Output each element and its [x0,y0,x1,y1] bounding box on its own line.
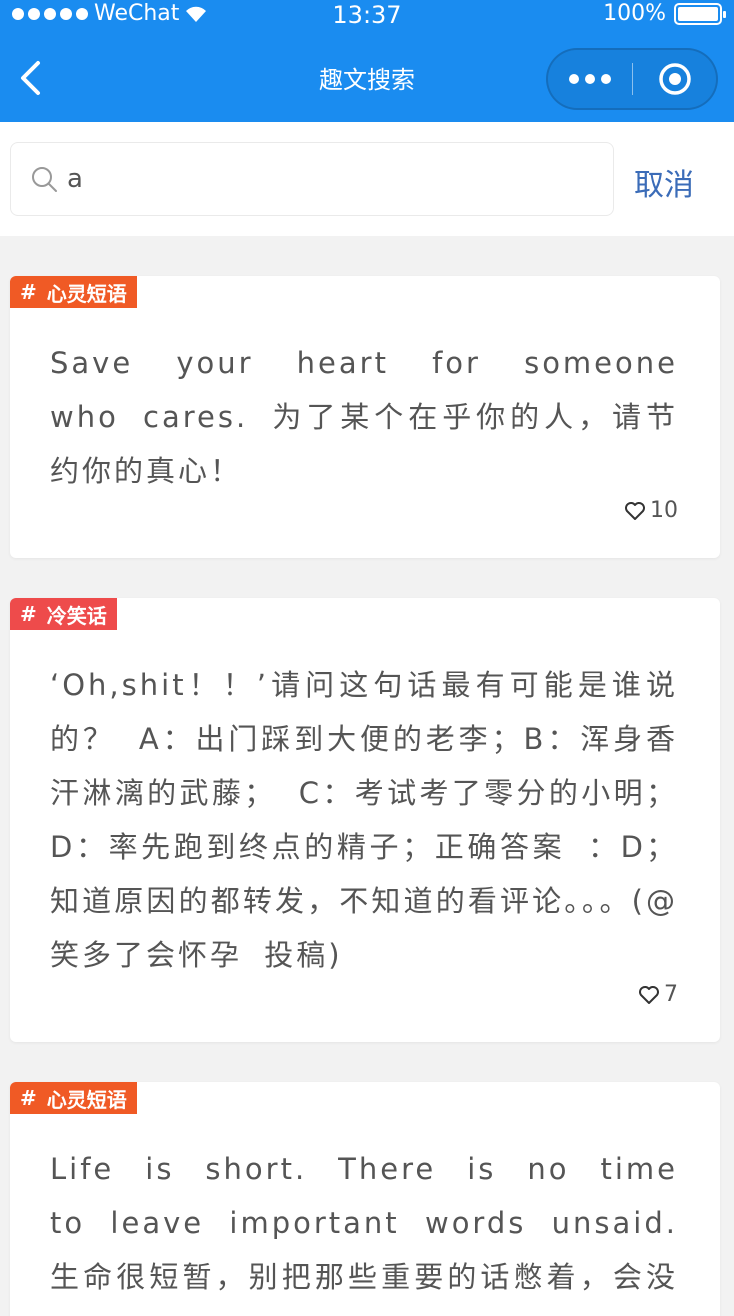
more-dot [569,74,579,84]
joke-card[interactable]: # 冷笑话 ‘Oh,shit！！’请问这句话最有可能是谁说的？ A：出门踩到大便… [10,598,720,1042]
header-bar: WeChat 13:37 100% 趣文搜索 [0,0,734,122]
heart-icon [625,501,645,520]
card-content: ‘Oh,shit！！’请问这句话最有可能是谁说的？ A：出门踩到大便的老李；B：… [50,668,678,972]
like-button[interactable]: 10 [624,498,678,523]
battery-label: 100% [603,1,666,26]
like-count: 7 [664,982,678,1007]
mini-program-capsule [546,48,718,110]
category-label: 心灵短语 [46,281,127,306]
search-input[interactable] [67,164,587,194]
search-bar: 取消 [0,122,734,236]
category-tag[interactable]: # 心灵短语 [10,276,137,308]
more-dot [601,74,611,84]
card-content: Save your heart for someone who cares. 为… [50,346,678,488]
search-box[interactable] [10,142,614,216]
hash-icon: # [20,1086,37,1110]
heart-icon [639,985,659,1004]
hash-icon: # [20,280,37,304]
like-count: 10 [650,498,678,523]
card-content: Life is short. There is no time to leave… [50,1152,678,1316]
hash-icon: # [20,602,37,626]
joke-card[interactable]: # 心灵短语 Save your heart for someone who c… [10,276,720,558]
navigation-bar: 趣文搜索 [0,44,734,112]
category-tag[interactable]: # 冷笑话 [10,598,117,630]
search-icon [29,164,59,194]
like-button[interactable]: 7 [638,982,678,1007]
target-icon [658,63,691,95]
battery-icon [674,2,726,25]
joke-card[interactable]: # 心灵短语 Life is short. There is no time t… [10,1082,720,1316]
more-button[interactable] [548,50,632,108]
status-bar: WeChat 13:37 100% [0,0,734,32]
category-label: 心灵短语 [46,1087,127,1112]
category-label: 冷笑话 [46,603,107,628]
category-tag[interactable]: # 心灵短语 [10,1082,137,1114]
close-button[interactable] [633,50,716,108]
more-dot [585,74,595,84]
cancel-button[interactable]: 取消 [634,160,694,204]
battery-status: 100% [603,1,726,26]
